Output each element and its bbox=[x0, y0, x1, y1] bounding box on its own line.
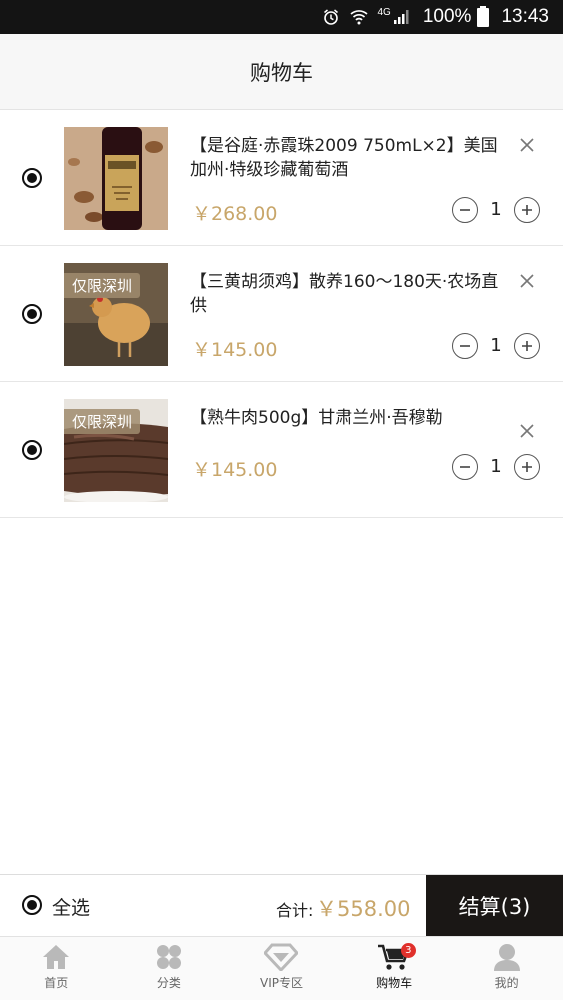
battery-icon bbox=[477, 5, 490, 27]
total-value: ￥558.00 bbox=[316, 897, 411, 921]
item-select-radio[interactable] bbox=[22, 168, 42, 188]
item-select-radio[interactable] bbox=[22, 440, 42, 460]
checkout-button[interactable]: 结算(3) bbox=[426, 875, 563, 936]
product-price: ￥145.00 bbox=[192, 459, 278, 481]
cart-item: 仅限深圳 【三黄胡须鸡】散养160～180天·农场直供 ￥145.00 1 bbox=[0, 246, 563, 382]
plus-icon bbox=[522, 205, 532, 215]
tab-label: 我的 bbox=[494, 976, 519, 990]
quantity-stepper: 1 bbox=[452, 197, 542, 225]
close-icon bbox=[520, 274, 534, 288]
network-type: 4G bbox=[377, 6, 391, 18]
select-all-radio[interactable] bbox=[22, 895, 42, 915]
plus-icon bbox=[522, 341, 532, 351]
cart-list: 【是谷庭·赤霞珠2009 750mL×2】美国加州·特级珍藏葡萄酒 ￥268.0… bbox=[0, 110, 563, 518]
product-image[interactable] bbox=[64, 127, 168, 230]
decrease-button[interactable] bbox=[452, 197, 478, 223]
remove-item-button[interactable] bbox=[516, 270, 538, 292]
diamond-icon bbox=[264, 943, 299, 971]
tab-label: 购物车 bbox=[376, 976, 413, 990]
close-icon bbox=[520, 424, 534, 438]
product-image[interactable]: 仅限深圳 bbox=[64, 263, 168, 366]
total-label: 合计: bbox=[276, 901, 314, 920]
checkout-bar: 全选 合计: ￥558.00 结算(3) bbox=[0, 874, 563, 936]
minus-icon bbox=[460, 209, 470, 211]
user-icon bbox=[493, 944, 520, 971]
item-select-radio[interactable] bbox=[22, 304, 42, 324]
remove-item-button[interactable] bbox=[516, 420, 538, 442]
tab-label: 首页 bbox=[44, 976, 69, 990]
product-price: ￥145.00 bbox=[192, 339, 278, 361]
quantity-value: 1 bbox=[490, 456, 502, 477]
clock: 13:43 bbox=[501, 6, 549, 27]
tab-cart[interactable]: 3 购物车 bbox=[338, 937, 451, 1000]
minus-icon bbox=[460, 466, 470, 468]
remove-item-button[interactable] bbox=[516, 134, 538, 156]
product-title[interactable]: 【三黄胡须鸡】散养160～180天·农场直供 bbox=[190, 270, 510, 318]
wifi-icon bbox=[349, 9, 368, 25]
page-header: 购物车 bbox=[0, 34, 563, 110]
category-icon bbox=[156, 945, 181, 969]
product-price: ￥268.00 bbox=[192, 203, 278, 225]
increase-button[interactable] bbox=[514, 197, 540, 223]
tab-label: VIP专区 bbox=[259, 976, 303, 990]
battery-percent: 100% bbox=[422, 6, 472, 27]
close-icon bbox=[520, 138, 534, 152]
tab-vip[interactable]: VIP专区 bbox=[225, 937, 338, 1000]
decrease-button[interactable] bbox=[452, 454, 478, 480]
product-title[interactable]: 【是谷庭·赤霞珠2009 750mL×2】美国加州·特级珍藏葡萄酒 bbox=[190, 134, 510, 182]
decrease-button[interactable] bbox=[452, 333, 478, 359]
home-icon bbox=[43, 945, 70, 969]
quantity-value: 1 bbox=[490, 335, 502, 356]
select-all-label[interactable]: 全选 bbox=[52, 893, 90, 920]
minus-icon bbox=[460, 345, 470, 347]
quantity-value: 1 bbox=[490, 199, 502, 220]
increase-button[interactable] bbox=[514, 333, 540, 359]
quantity-stepper: 1 bbox=[452, 333, 542, 361]
tab-home[interactable]: 首页 bbox=[0, 937, 113, 1000]
tab-label: 分类 bbox=[156, 976, 181, 990]
product-image[interactable]: 仅限深圳 bbox=[64, 399, 168, 502]
region-tag: 仅限深圳 bbox=[64, 273, 141, 298]
quantity-stepper: 1 bbox=[452, 454, 542, 482]
plus-icon bbox=[522, 462, 532, 472]
cart-item: 仅限深圳 【熟牛肉500g】甘肃兰州·吾穆勒 ￥145.00 1 bbox=[0, 382, 563, 518]
cart-item: 【是谷庭·赤霞珠2009 750mL×2】美国加州·特级珍藏葡萄酒 ￥268.0… bbox=[0, 110, 563, 246]
status-bar: 4G 100% 13:43 bbox=[0, 0, 563, 34]
page-title: 购物车 bbox=[250, 60, 313, 85]
tab-category[interactable]: 分类 bbox=[113, 937, 226, 1000]
bottom-tab-bar: 首页 分类 VIP专区 3 购物车 我的 bbox=[0, 936, 563, 1000]
region-tag: 仅限深圳 bbox=[64, 409, 141, 434]
cart-count-badge: 3 bbox=[400, 943, 416, 958]
product-title[interactable]: 【熟牛肉500g】甘肃兰州·吾穆勒 bbox=[190, 406, 510, 430]
increase-button[interactable] bbox=[514, 454, 540, 480]
signal-icon bbox=[393, 9, 409, 25]
alarm-icon bbox=[322, 8, 340, 26]
tab-profile[interactable]: 我的 bbox=[450, 937, 563, 1000]
